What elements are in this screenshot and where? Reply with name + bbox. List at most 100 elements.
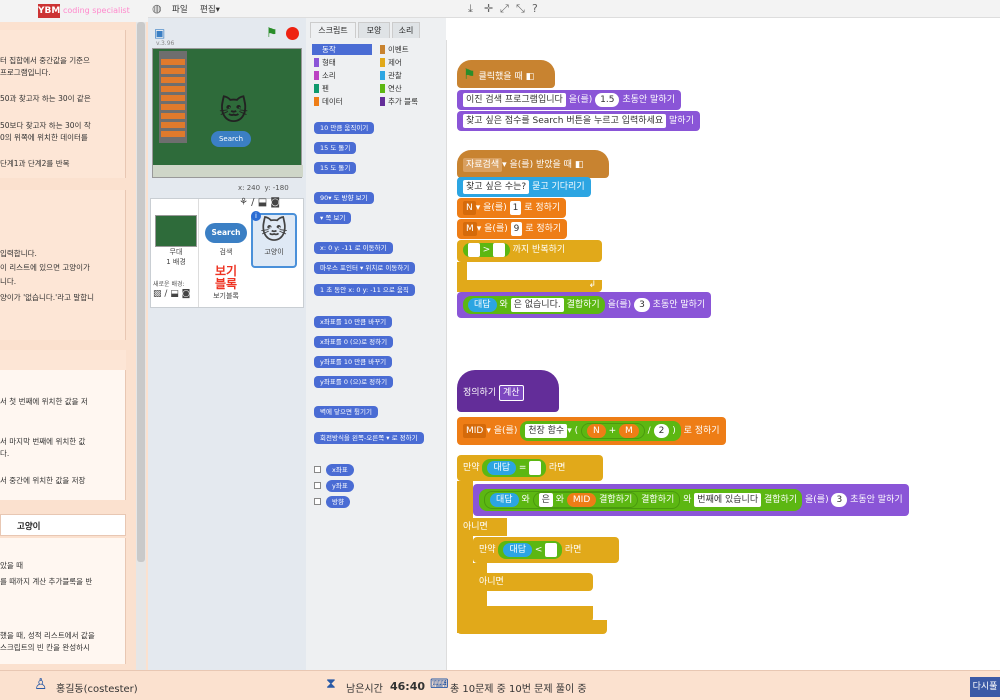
nested-if-block[interactable]: 만약 대답 < 라면 xyxy=(473,537,619,563)
instruction-line: 터 집합에서 중간값을 기준으 xyxy=(0,56,90,65)
reporter-checkbox[interactable] xyxy=(314,466,321,473)
palette-block[interactable]: 15 도 돌기 xyxy=(314,162,357,174)
palette-block[interactable]: 1 초 동안 x: 0 y: -11 으로 움직 xyxy=(314,284,415,296)
retry-button[interactable]: 다시풀 xyxy=(970,677,1000,697)
stage-thumbnail[interactable]: 무대 1 배경 xyxy=(153,215,199,270)
tab-costumes[interactable]: 모양 xyxy=(358,22,390,38)
stage-canvas[interactable]: 🐱 Search xyxy=(152,48,303,178)
hourglass-icon: ⧗ xyxy=(326,676,336,692)
sprite-search-name: 검색 xyxy=(219,248,233,256)
else-label-block: 아니면 xyxy=(457,518,507,536)
when-flag-clicked-block[interactable]: ⚑ 클릭했을 때 ◧ xyxy=(457,60,555,88)
palette-block[interactable]: 90▾ 도 방향 보기 xyxy=(314,192,374,204)
category-2[interactable]: 소리 xyxy=(312,70,372,81)
category-0[interactable]: 동작 xyxy=(312,44,372,55)
globe-icon[interactable]: ◍ xyxy=(152,2,162,15)
stage-label: 무대 xyxy=(169,248,183,256)
left-scrollbar[interactable] xyxy=(136,22,146,670)
instruction-line: 서 중간에 위치한 값을 저장 xyxy=(0,476,86,485)
category-8[interactable]: 연산 xyxy=(378,83,438,94)
keyboard-icon: ⌨ xyxy=(430,677,449,692)
set-n-block[interactable]: N ▾ 을(를) 1 로 정하기 xyxy=(457,198,567,218)
reporter-checkbox[interactable] xyxy=(314,498,321,505)
category-7[interactable]: 관찰 xyxy=(378,70,438,81)
palette-block[interactable]: x좌표를 10 만큼 바꾸기 xyxy=(314,316,393,328)
palette-block[interactable]: 15 도 돌기 xyxy=(314,142,357,154)
when-receive-block[interactable]: 자료검색 ▾ 을(를) 받았을 때 ◧ xyxy=(457,150,609,178)
ask-and-wait-block[interactable]: 찾고 싶은 수는? 묻고 기다리기 xyxy=(457,177,591,197)
if-else-block[interactable]: 만약 대답 = 라면 xyxy=(457,455,603,481)
instruction-card-3: 서 첫 번째에 위치한 값을 저 서 마지막 번째에 위치한 값 다. 서 중간… xyxy=(0,350,126,500)
instruction-line: 단계1과 단계2를 반복 xyxy=(0,159,70,168)
palette-block[interactable]: y좌표를 10 만큼 바꾸기 xyxy=(314,356,393,368)
palette-block[interactable]: 10 만큼 움직이기 xyxy=(314,122,375,134)
instruction-line: 50보다 찾고자 하는 30이 작 xyxy=(0,121,91,130)
info-icon[interactable]: i xyxy=(251,211,261,221)
footer-bar: ♙ 홍길동(costester) ⧗ 남은시간 46:40 ⌨ 총 10문제 중… xyxy=(0,670,1000,700)
instruction-line: 50과 찾고자 하는 30이 같은 xyxy=(0,94,91,103)
palette-block[interactable]: y좌표를 0 (으)로 정하기 xyxy=(314,376,394,388)
grow-icon[interactable]: ⤢ xyxy=(500,2,509,16)
instruction-line: 니다. xyxy=(0,277,17,286)
category-3[interactable]: 펜 xyxy=(312,83,372,94)
stop-icon[interactable] xyxy=(286,27,299,40)
tab-label: 고양이 xyxy=(17,522,41,532)
if-else-arm xyxy=(457,481,473,633)
stage-sub: 1 배경 xyxy=(166,258,186,266)
sprite-cat-name: 고양이 xyxy=(264,248,284,256)
stage-search-button[interactable]: Search xyxy=(211,131,251,147)
repeat-until-block[interactable]: > 까지 반복하기 xyxy=(457,240,602,262)
category-4[interactable]: 데이터 xyxy=(312,96,372,107)
say-for-secs-block[interactable]: 이진 검색 프로그램입니다 을(를) 1.5 초동안 말하기 xyxy=(457,90,681,110)
menu-edit[interactable]: 편집▾ xyxy=(200,3,220,15)
sprite-cat[interactable]: i 🐱 고양이 xyxy=(251,211,297,268)
script-area[interactable]: ⚑ 클릭했을 때 ◧ 이진 검색 프로그램입니다 을(를) 1.5 초동안 말하… xyxy=(446,40,1000,670)
set-m-block[interactable]: M ▾ 을(를) 9 로 정하기 xyxy=(457,219,568,239)
reporter-block[interactable]: x좌표 xyxy=(326,464,354,476)
green-flag-icon[interactable]: ⚑ xyxy=(266,26,282,41)
say-join-block[interactable]: 대답 와 은 없습니다. 결합하기 을(를) 3 초동안 말하기 xyxy=(457,292,712,318)
set-mid-block[interactable]: MID ▾ 을(를) 천장 함수 ▾ ( N + M / 2 ) 로 정하기 xyxy=(457,417,726,445)
repeat-until-end: ↲ xyxy=(457,280,602,292)
progress-text: 총 10문제 중 10번 문제 풀이 중 xyxy=(450,684,587,695)
duplicate-icon[interactable]: ⤓ xyxy=(468,2,473,16)
scrollbar-thumb[interactable] xyxy=(137,22,145,562)
reporter-block[interactable]: 방향 xyxy=(326,496,350,508)
user-name: 홍길동(costester) xyxy=(56,684,138,695)
say-block[interactable]: 찾고 싶은 점수를 Search 버튼을 누르고 입력하세요 말하기 xyxy=(457,111,700,131)
palette-block[interactable]: 벽에 닿으면 튕기기 xyxy=(314,406,378,418)
palette-block[interactable]: x: 0 y: -11 로 이동하기 xyxy=(314,242,393,254)
stage-area: ▣ v.3.96 ⚑ 🐱 Search x: 240 y: -180 무대 1 … xyxy=(148,18,306,670)
cut-icon[interactable]: ✛ xyxy=(484,2,493,15)
tab-scripts[interactable]: 스크립트 xyxy=(310,22,356,38)
category-9[interactable]: 추가 블록 xyxy=(378,96,438,107)
palette-block[interactable]: 회전방식을 왼쪽-오른쪽 ▾ 로 정하기 xyxy=(314,432,424,444)
category-1[interactable]: 형태 xyxy=(312,57,372,68)
category-5[interactable]: 이벤트 xyxy=(378,44,438,55)
nested-else-label: 아니면 xyxy=(473,573,593,591)
tab-sounds[interactable]: 소리 xyxy=(392,22,420,38)
instruction-card-1: 터 집합에서 중간값을 기준으 프로그램입니다. 50과 찾고자 하는 30이 … xyxy=(0,30,126,178)
logo-subtitle: coding specialist xyxy=(63,6,130,15)
new-backdrop-icons[interactable]: ▨ / ⬓ ◙ xyxy=(153,289,190,299)
menu-file[interactable]: 파일 xyxy=(172,3,188,15)
tab-cat[interactable]: 고양이 xyxy=(0,514,126,536)
say-join-mid-block[interactable]: 대답 와 은 와 MID 결합하기 결합하기 와 번째에 있습니다 결합하기 을… xyxy=(473,484,909,516)
reporter-block[interactable]: y좌표 xyxy=(326,480,354,492)
category-6[interactable]: 제어 xyxy=(378,57,438,68)
flag-icon: ⚑ xyxy=(463,67,476,83)
if-else-end xyxy=(457,620,607,634)
cat-sprite-icon[interactable]: 🐱 xyxy=(219,97,248,125)
sprite-view-block[interactable]: 보기 블록 보기블록 xyxy=(203,265,249,307)
sprite-search[interactable]: Search 검색 xyxy=(203,215,249,270)
reporter-checkbox[interactable] xyxy=(314,482,321,489)
help-icon[interactable]: ? xyxy=(532,2,538,15)
new-sprite-icons[interactable]: ⚘ / ⬓ ◙ xyxy=(239,197,280,208)
palette-block[interactable]: ▾ 쪽 보기 xyxy=(314,212,352,224)
define-block[interactable]: 정의하기 계산 xyxy=(457,370,559,412)
shrink-icon[interactable]: ⤡ xyxy=(516,2,525,16)
mouse-coords: x: 240 y: -180 xyxy=(238,184,289,192)
palette-block[interactable]: x좌표를 0 (으)로 정하기 xyxy=(314,336,394,348)
fullscreen-icon[interactable]: ▣ xyxy=(154,26,165,40)
palette-block[interactable]: 마우스 포인터 ▾ 위치로 이동하기 xyxy=(314,262,416,274)
